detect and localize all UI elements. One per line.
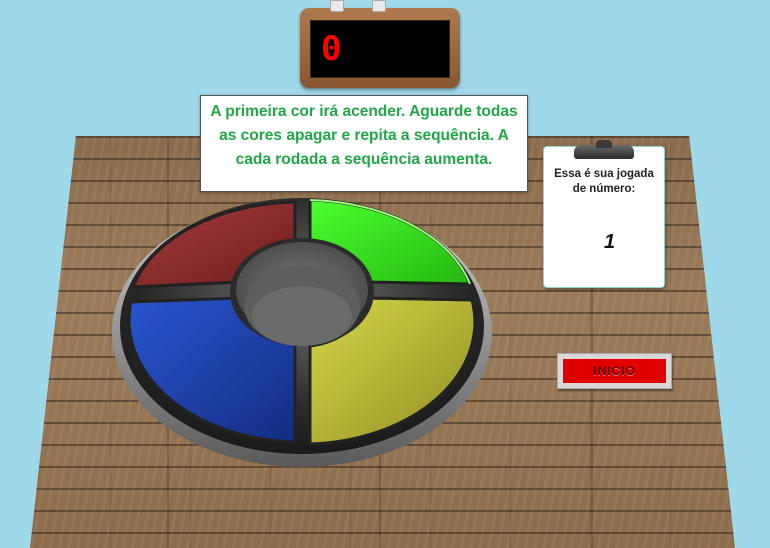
instructions-box: A primeira cor irá acender. Aguarde toda… xyxy=(200,95,528,192)
clipboard-clip xyxy=(574,140,634,159)
clipboard-label: Essa é sua jogada de número: xyxy=(554,168,654,195)
start-button-label: INICIO xyxy=(563,359,666,383)
hub-inner xyxy=(252,286,352,346)
clipboard: Essa é sua jogada de número: 1 xyxy=(543,140,665,288)
instructions-text: A primeira cor irá acender. Aguarde toda… xyxy=(210,103,518,168)
start-button[interactable]: INICIO xyxy=(557,353,672,389)
round-number: 1 xyxy=(604,231,616,253)
